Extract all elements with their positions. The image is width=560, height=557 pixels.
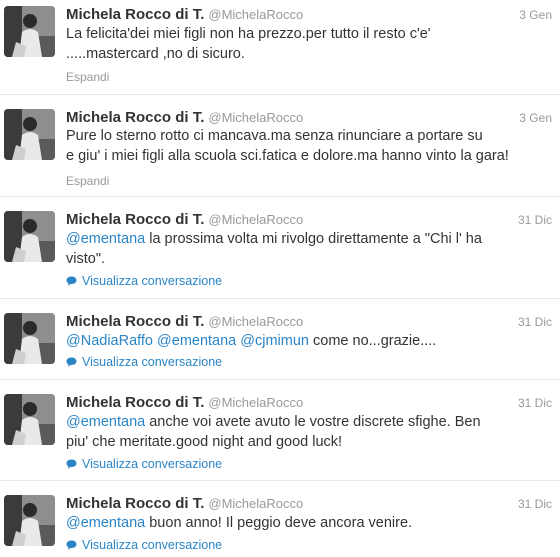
tweet-timeline: Michela Rocco di T. @MichelaRocco 3 Gen L…: [0, 0, 560, 557]
conversation-link[interactable]: Visualizza conversazione: [66, 455, 222, 473]
tweet-item[interactable]: Michela Rocco di T. @MichelaRocco 31 Dic …: [0, 299, 560, 380]
avatar[interactable]: [4, 211, 55, 262]
speech-bubble-icon: [66, 459, 77, 469]
tweet-text-line: visto".: [66, 251, 105, 267]
mention-link[interactable]: @NadiaRaffo: [66, 333, 153, 349]
author-name[interactable]: Michela Rocco di T.: [66, 6, 204, 23]
tweet-text-line: buon anno! Il peggio deve ancora venire.: [145, 515, 413, 531]
tweet-text-line: .....mastercard ,no di sicuro.: [66, 46, 245, 62]
author-name[interactable]: Michela Rocco di T.: [66, 495, 204, 512]
tweet-text: @ementana buon anno! Il peggio deve anco…: [66, 513, 550, 533]
conversation-link[interactable]: Visualizza conversazione: [66, 272, 222, 290]
speech-bubble-icon: [66, 357, 77, 367]
conversation-link[interactable]: Visualizza conversazione: [66, 536, 222, 554]
tweet-text-line: e giu' i miei figli alla scuola sci.fati…: [66, 148, 509, 164]
speech-bubble-icon: [66, 276, 77, 286]
author-name[interactable]: Michela Rocco di T.: [66, 211, 204, 228]
tweet-header: Michela Rocco di T. @MichelaRocco 31 Dic: [66, 313, 552, 331]
tweet-text: @ementana anche voi avete avuto le vostr…: [66, 412, 550, 452]
author-handle[interactable]: @MichelaRocco: [208, 110, 303, 125]
tweet-text-line: la prossima volta mi rivolgo direttament…: [145, 231, 482, 247]
tweet-item[interactable]: Michela Rocco di T. @MichelaRocco 31 Dic …: [0, 197, 560, 299]
avatar[interactable]: [4, 313, 55, 364]
tweet-text-line: anche voi avete avuto le vostre discrete…: [145, 414, 481, 430]
tweet-timestamp[interactable]: 31 Dic: [518, 396, 552, 410]
conversation-link[interactable]: Visualizza conversazione: [66, 353, 222, 371]
author-handle[interactable]: @MichelaRocco: [208, 212, 303, 227]
tweet-timestamp[interactable]: 3 Gen: [519, 111, 552, 125]
avatar[interactable]: [4, 495, 55, 546]
tweet-text-line: piu' che meritate.good night and good lu…: [66, 434, 343, 450]
mention-link[interactable]: @ementana: [66, 414, 145, 430]
tweet-timestamp[interactable]: 31 Dic: [518, 497, 552, 511]
tweet-item[interactable]: Michela Rocco di T. @MichelaRocco 31 Dic …: [0, 380, 560, 481]
tweet-item[interactable]: Michela Rocco di T. @MichelaRocco 31 Dic …: [0, 481, 560, 557]
tweet-header: Michela Rocco di T. @MichelaRocco 3 Gen: [66, 109, 552, 127]
tweet-timestamp[interactable]: 3 Gen: [519, 8, 552, 22]
avatar[interactable]: [4, 394, 55, 445]
tweet-text: La felicita'dei miei figli non ha prezzo…: [66, 24, 550, 64]
tweet-text-line: La felicita'dei miei figli non ha prezzo…: [66, 26, 431, 42]
author-name[interactable]: Michela Rocco di T.: [66, 394, 204, 411]
mention-link[interactable]: @ementana: [66, 231, 145, 247]
tweet-text-line: come no...grazie....: [308, 333, 437, 349]
expand-link[interactable]: Espandi: [66, 174, 109, 188]
author-handle[interactable]: @MichelaRocco: [208, 395, 303, 410]
mention-link[interactable]: @ementana: [66, 515, 145, 531]
speech-bubble-icon: [66, 540, 77, 550]
tweet-header: Michela Rocco di T. @MichelaRocco 31 Dic: [66, 495, 552, 513]
tweet-header: Michela Rocco di T. @MichelaRocco 31 Dic: [66, 211, 552, 229]
tweet-text-line: Pure lo sterno rotto ci mancava.ma senza…: [66, 128, 483, 144]
tweet-header: Michela Rocco di T. @MichelaRocco 3 Gen: [66, 6, 552, 24]
tweet-item[interactable]: Michela Rocco di T. @MichelaRocco 3 Gen P…: [0, 95, 560, 197]
tweet-timestamp[interactable]: 31 Dic: [518, 213, 552, 227]
tweet-item[interactable]: Michela Rocco di T. @MichelaRocco 3 Gen L…: [0, 0, 560, 95]
tweet-text: @ementana la prossima volta mi rivolgo d…: [66, 229, 550, 269]
avatar[interactable]: [4, 109, 55, 160]
tweet-text: Pure lo sterno rotto ci mancava.ma senza…: [66, 126, 550, 166]
tweet-timestamp[interactable]: 31 Dic: [518, 315, 552, 329]
tweet-text: @NadiaRaffo @ementana @cjmimun come no..…: [66, 331, 550, 351]
author-name[interactable]: Michela Rocco di T.: [66, 313, 204, 330]
conversation-link-label[interactable]: Visualizza conversazione: [82, 538, 222, 552]
expand-link-wrapper: Espandi: [66, 172, 109, 190]
expand-link-wrapper: Espandi: [66, 68, 109, 86]
mention-link[interactable]: @cjmimun: [240, 333, 309, 349]
conversation-link-label[interactable]: Visualizza conversazione: [82, 457, 222, 471]
author-handle[interactable]: @MichelaRocco: [208, 7, 303, 22]
conversation-link-label[interactable]: Visualizza conversazione: [82, 274, 222, 288]
conversation-link-label[interactable]: Visualizza conversazione: [82, 355, 222, 369]
expand-link[interactable]: Espandi: [66, 70, 109, 84]
mention-link[interactable]: @ementana: [157, 333, 236, 349]
author-name[interactable]: Michela Rocco di T.: [66, 109, 204, 126]
avatar[interactable]: [4, 6, 55, 57]
author-handle[interactable]: @MichelaRocco: [208, 314, 303, 329]
tweet-header: Michela Rocco di T. @MichelaRocco 31 Dic: [66, 394, 552, 412]
author-handle[interactable]: @MichelaRocco: [208, 496, 303, 511]
